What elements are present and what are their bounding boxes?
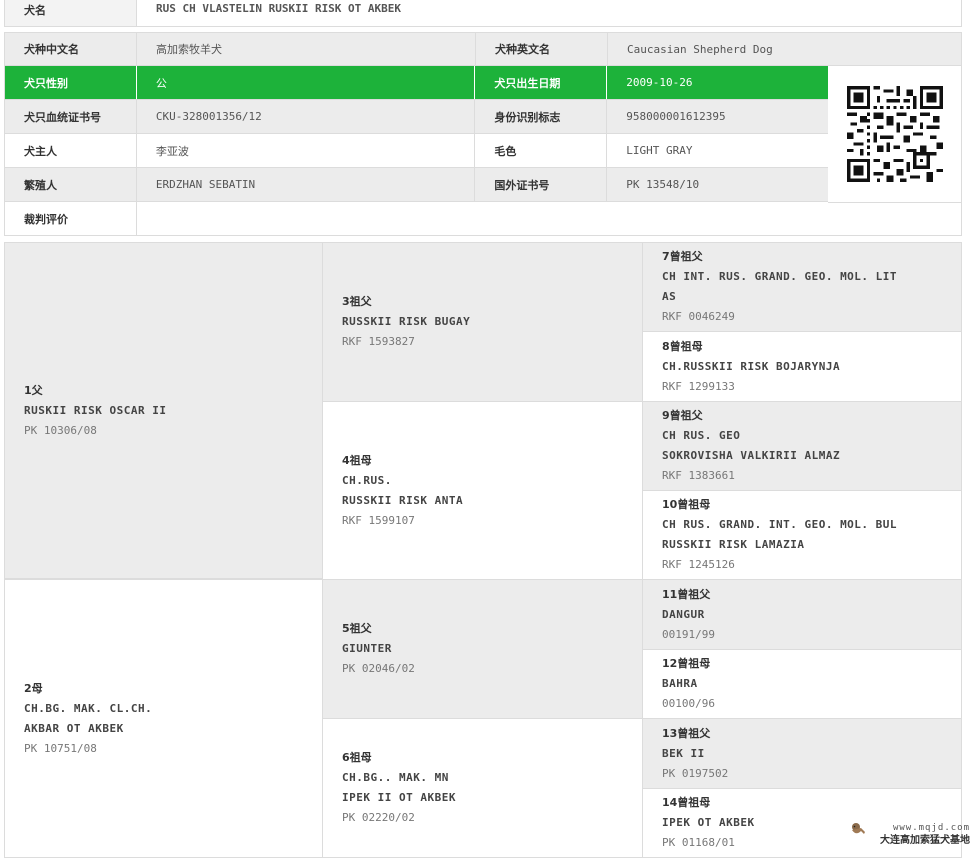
g6-name-line1: CH.BG.. MAK. MN — [342, 771, 449, 784]
g3-reg: RKF 1593827 — [342, 335, 415, 348]
pedigree-ggd-8: 8曾祖母 CH.RUSSKII RISK BOJARYNJA RKF 12991… — [642, 331, 962, 402]
sex-row: 犬只性别 公 犬只出生日期 2009-10-26 — [4, 66, 829, 100]
gg10-reg: RKF 1245126 — [662, 558, 735, 571]
gg7-name-line2: AS — [662, 290, 677, 303]
gg11-title: 11曾祖父 — [662, 587, 711, 601]
site-watermark: www.mqjd.com 大连高加索猛犬基地 — [850, 822, 970, 854]
gg13-name: BEK II — [662, 746, 705, 760]
breed-cn-value: 高加索牧羊犬 — [137, 33, 476, 65]
dam-name-line1: CH.BG. MAK. CL.CH. — [24, 701, 153, 715]
gg12-title: 12曾祖母 — [662, 657, 711, 670]
breeder-label: 繁殖人 — [5, 168, 137, 201]
owner-value: 李亚波 — [137, 134, 476, 167]
gg9-title: 9曾祖父 — [662, 409, 703, 422]
pedigree-dam: 2母 CH.BG. MAK. CL.CH. AKBAR OT AKBEK PK … — [4, 579, 323, 858]
g4-title: 4祖母 — [342, 453, 372, 467]
dam-reg: PK 10751/08 — [24, 741, 97, 755]
pedigree-ggd-10: 10曾祖母 CH RUS. GRAND. INT. GEO. MOL. BUL … — [642, 490, 962, 580]
gg7-reg: RKF 0046249 — [662, 310, 735, 323]
breed-en-label: 犬种英文名 — [476, 33, 608, 65]
dob-value: 2009-10-26 — [607, 66, 828, 99]
foreign-cert-label: 国外证书号 — [475, 168, 608, 201]
dob-label: 犬只出生日期 — [475, 66, 608, 99]
qr-code-icon — [846, 86, 943, 182]
g4-name-line2: RUSSKII RISK ANTA — [342, 493, 464, 507]
gg9-reg: RKF 1383661 — [662, 469, 735, 482]
gg11-reg: 00191/99 — [662, 627, 715, 641]
pedigree-sire: 1父 RUSKII RISK OSCAR II PK 10306/08 — [4, 242, 323, 579]
g6-reg: PK 02220/02 — [342, 811, 415, 824]
g3-title: 3祖父 — [342, 295, 372, 308]
gg11-name: DANGUR — [662, 607, 705, 621]
pedigree-grandsire-3: 3祖父 RUSSKII RISK BUGAY RKF 1593827 — [322, 242, 643, 402]
pedigree-ggd-12: 12曾祖母 BAHRA 00100/96 — [642, 649, 962, 719]
g6-name-line2: IPEK II OT AKBEK — [342, 791, 456, 804]
g6-title: 6祖母 — [342, 751, 372, 764]
cert-label: 犬只血统证书号 — [5, 100, 137, 133]
dog-name-value: RUS CH VLASTELIN RUSKII RISK OT AKBEK — [137, 0, 961, 26]
owner-row: 犬主人 李亚波 毛色 LIGHT GRAY — [4, 134, 829, 168]
dog-name-row: 犬名 RUS CH VLASTELIN RUSKII RISK OT AKBEK — [4, 0, 962, 27]
gg14-title: 14曾祖母 — [662, 796, 711, 809]
gg10-title: 10曾祖母 — [662, 498, 711, 511]
breed-cn-label: 犬种中文名 — [5, 33, 137, 65]
dam-title: 2母 — [24, 681, 43, 695]
breeder-row: 繁殖人 ERDZHAN SEBATIN 国外证书号 PK 13548/10 — [4, 168, 829, 202]
cert-value: CKU-328001356/12 — [137, 100, 476, 133]
g5-name: GIUNTER — [342, 642, 392, 655]
g5-title: 5祖父 — [342, 622, 372, 635]
gg12-reg: 00100/96 — [662, 697, 715, 710]
gg7-name-line1: CH INT. RUS. GRAND. GEO. MOL. LIT — [662, 270, 898, 283]
cert-row: 犬只血统证书号 CKU-328001356/12 身份识别标志 95800000… — [4, 100, 829, 134]
g5-reg: PK 02046/02 — [342, 662, 415, 675]
color-value: LIGHT GRAY — [626, 144, 693, 157]
dam-name-line2: AKBAR OT AKBEK — [24, 721, 124, 735]
sex-label: 犬只性别 — [5, 66, 137, 99]
foreign-cert-value: PK 13548/10 — [626, 178, 700, 191]
sire-name: RUSKII RISK OSCAR II — [24, 403, 167, 417]
id-label: 身份识别标志 — [475, 100, 608, 133]
gg8-name: CH.RUSSKII RISK BOJARYNJA — [662, 359, 841, 373]
pedigree-ggs-11: 11曾祖父 DANGUR 00191/99 — [642, 579, 962, 650]
dog-info-table: 犬名 RUS CH VLASTELIN RUSKII RISK OT AKBEK… — [4, 0, 962, 236]
gg13-reg: PK 0197502 — [662, 766, 729, 780]
gg7-title: 7曾祖父 — [662, 250, 703, 263]
pedigree-granddam-6: 6祖母 CH.BG.. MAK. MN IPEK II OT AKBEK PK … — [322, 718, 643, 858]
breed-en-value: Caucasian Shepherd Dog — [627, 42, 773, 56]
g4-reg: RKF 1599107 — [342, 513, 415, 527]
id-value: 958000001612395 — [626, 110, 726, 123]
sire-reg: PK 10306/08 — [24, 423, 97, 437]
g4-name-line1: CH.RUS. — [342, 473, 392, 487]
breed-row: 犬种中文名 高加索牧羊犬 犬种英文名 Caucasian Shepherd Do… — [4, 32, 962, 66]
breeder-value: ERDZHAN SEBATIN — [137, 168, 476, 201]
pedigree-ggs-7: 7曾祖父 CH INT. RUS. GRAND. GEO. MOL. LIT A… — [642, 242, 962, 332]
judge-label: 裁判评价 — [5, 202, 137, 235]
sire-title: 1父 — [24, 383, 43, 397]
watermark-text: 大连高加索猛犬基地 — [880, 835, 970, 846]
judge-value — [137, 202, 961, 235]
g3-name: RUSSKII RISK BUGAY — [342, 315, 471, 328]
pedigree-ggs-13: 13曾祖父 BEK II PK 0197502 — [642, 718, 962, 789]
gg13-title: 13曾祖父 — [662, 726, 711, 740]
gg12-name: BAHRA — [662, 677, 698, 690]
owner-label: 犬主人 — [5, 134, 137, 167]
judge-row: 裁判评价 — [4, 202, 962, 236]
pedigree-granddam-4: 4祖母 CH.RUS. RUSSKII RISK ANTA RKF 159910… — [322, 401, 643, 580]
dog-name-label: 犬名 — [5, 0, 137, 26]
gg8-title: 8曾祖母 — [662, 339, 703, 353]
pedigree-ggs-9: 9曾祖父 CH RUS. GEO SOKROVISHA VALKIRII ALM… — [642, 401, 962, 491]
gg9-name-line2: SOKROVISHA VALKIRII ALMAZ — [662, 449, 841, 462]
sex-value: 公 — [136, 66, 476, 99]
color-label: 毛色 — [475, 134, 608, 167]
pedigree-grandsire-5: 5祖父 GIUNTER PK 02046/02 — [322, 579, 643, 719]
watermark-url: www.mqjd.com — [892, 823, 970, 833]
dog-logo-icon — [852, 823, 865, 834]
gg10-name-line2: RUSSKII RISK LAMAZIA — [662, 538, 805, 551]
gg9-name-line1: CH RUS. GEO — [662, 429, 741, 442]
gg8-reg: RKF 1299133 — [662, 379, 735, 393]
qr-code-cell — [828, 66, 962, 203]
gg10-name-line1: CH RUS. GRAND. INT. GEO. MOL. BUL — [662, 518, 898, 531]
pedigree-chart: 1父 RUSKII RISK OSCAR II PK 10306/08 2母 C… — [4, 242, 962, 858]
